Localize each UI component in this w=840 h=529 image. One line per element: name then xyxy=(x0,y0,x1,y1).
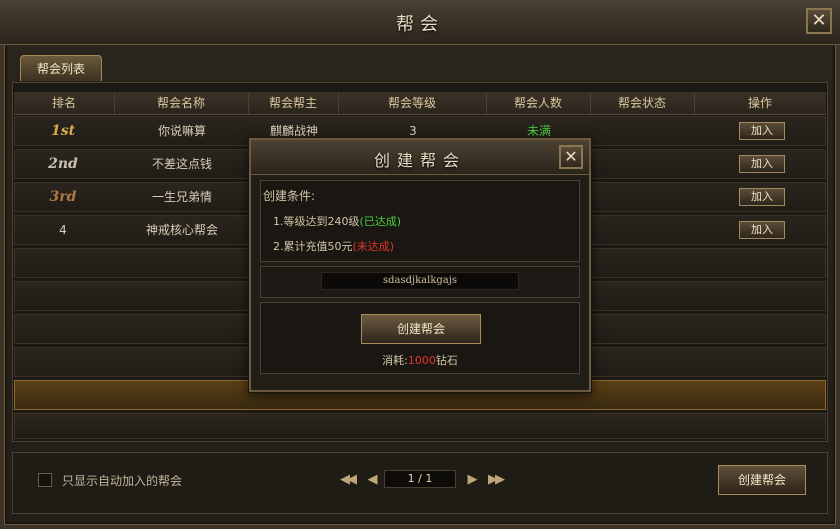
header-members: 帮会人数 xyxy=(486,92,591,114)
condition-recharge-status: (未达成) xyxy=(352,240,395,253)
condition-recharge: 2.累计充值50元(未达成) xyxy=(273,238,394,254)
title-bar: 帮会 ✕ xyxy=(0,0,840,45)
cost-suffix: 钻石 xyxy=(435,354,458,367)
first-page-button[interactable]: ◀◀ xyxy=(336,472,358,488)
condition-level: 1.等级达到240级(已达成) xyxy=(273,213,401,229)
condition-recharge-text: 2.累计充值50元 xyxy=(273,240,353,253)
header-action: 操作 xyxy=(747,96,772,110)
dialog-title: 创建帮会 xyxy=(373,151,466,170)
cost-text: 消耗:1000钻石 xyxy=(251,352,589,368)
guild-name: 神戒核心帮会 xyxy=(145,223,218,237)
window-title: 帮会 xyxy=(396,14,444,35)
close-button[interactable]: ✕ xyxy=(806,8,832,34)
tab-guild-list[interactable]: 帮会列表 xyxy=(20,55,102,81)
guild-name: 你说嘛算 xyxy=(157,124,206,138)
header-status: 帮会状态 xyxy=(590,92,695,114)
conditions-title: 创建条件: xyxy=(263,189,316,203)
guild-name: 一生兄弟情 xyxy=(151,190,212,204)
dialog-close-button[interactable]: ✕ xyxy=(559,145,583,169)
join-button[interactable]: 加入 xyxy=(739,221,785,239)
condition-level-status: (已达成) xyxy=(359,215,402,228)
auto-join-label: 只显示自动加入的帮会 xyxy=(62,474,183,488)
cost-prefix: 消耗: xyxy=(382,354,408,367)
join-button[interactable]: 加入 xyxy=(739,122,785,140)
page-indicator: 1 / 1 xyxy=(384,470,456,488)
table-row-empty xyxy=(14,413,826,439)
join-button[interactable]: 加入 xyxy=(739,155,785,173)
guild-name: 不差这点钱 xyxy=(151,157,212,171)
guild-name-input[interactable]: sdasdjkalkgajs xyxy=(321,272,519,290)
header-level: 帮会等级 xyxy=(338,92,487,114)
cost-amount: 1000 xyxy=(407,354,436,367)
create-guild-dialog: 创建帮会 ✕ 创建条件: 1.等级达到240级(已达成) 2.累计充值50元(未… xyxy=(249,138,591,392)
last-page-button[interactable]: ▶▶ xyxy=(484,472,506,488)
condition-level-text: 1.等级达到240级 xyxy=(273,215,360,228)
confirm-create-button[interactable]: 创建帮会 xyxy=(361,314,481,344)
prev-page-button[interactable]: ◀ xyxy=(360,472,382,488)
header-rank: 排名 xyxy=(14,92,115,114)
header-guild-name: 帮会名称 xyxy=(114,92,249,114)
rank-badge: 2nd xyxy=(48,156,78,172)
rank-badge: 1st xyxy=(50,123,76,139)
table-header: 排名 帮会名称 帮会帮主 帮会等级 帮会人数 帮会状态 操作 xyxy=(14,92,826,115)
create-guild-button[interactable]: 创建帮会 xyxy=(718,465,806,495)
rank-badge: 3rd xyxy=(49,189,77,205)
dialog-title-bar: 创建帮会 ✕ xyxy=(251,140,589,175)
header-leader: 帮会帮主 xyxy=(248,92,339,114)
auto-join-checkbox[interactable] xyxy=(38,473,52,487)
join-button[interactable]: 加入 xyxy=(739,188,785,206)
rank-number: 4 xyxy=(59,223,67,237)
next-page-button[interactable]: ▶ xyxy=(460,472,482,488)
